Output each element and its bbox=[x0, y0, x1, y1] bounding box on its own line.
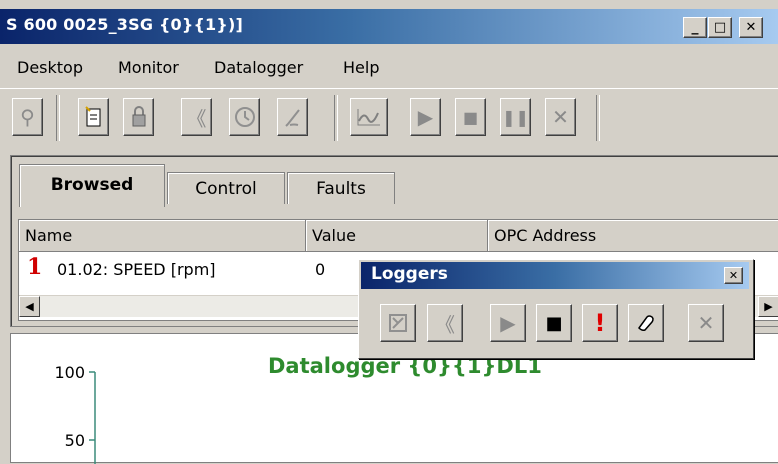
column-header-value[interactable]: Value bbox=[306, 220, 488, 252]
close-icon: ✕ bbox=[697, 311, 715, 335]
tab-browsed[interactable]: Browsed bbox=[19, 164, 165, 207]
stop-icon: ■ bbox=[462, 107, 479, 127]
pause-button[interactable]: ❚❚ bbox=[500, 98, 531, 136]
pause-icon: ❚❚ bbox=[502, 107, 529, 127]
close-button[interactable]: ✕ bbox=[739, 17, 763, 38]
scroll-right-button[interactable]: ▶ bbox=[758, 296, 778, 317]
toolbar: ⚲ 《 ▶ ■ ❚❚ ✕ bbox=[0, 88, 778, 153]
column-header-name[interactable]: Name bbox=[19, 220, 306, 252]
close-icon: ✕ bbox=[552, 105, 569, 129]
y-tick-label: 50 bbox=[65, 431, 85, 450]
search-button[interactable]: ⚲ bbox=[12, 98, 43, 136]
cancel-button[interactable]: ✕ bbox=[545, 98, 576, 136]
lock-icon bbox=[132, 106, 145, 127]
graph-icon bbox=[357, 109, 380, 126]
row-index-marker: 1 bbox=[27, 254, 43, 280]
minimize-button[interactable]: _ bbox=[683, 17, 707, 38]
logger-clear-button[interactable] bbox=[628, 304, 664, 342]
rewind-icon: 《 bbox=[435, 312, 455, 337]
toolbar-separator bbox=[596, 95, 600, 141]
window-title: S 600 0025_3SG {0}{1})] bbox=[6, 15, 244, 34]
new-document-icon bbox=[84, 106, 100, 127]
edit-button[interactable] bbox=[277, 98, 308, 136]
arrow-right-icon: ▶ bbox=[764, 300, 773, 313]
menu-datalogger[interactable]: Datalogger bbox=[214, 58, 303, 77]
edit-icon bbox=[284, 109, 300, 127]
loggers-title: Loggers bbox=[371, 264, 448, 284]
logger-properties-button[interactable] bbox=[380, 304, 416, 342]
toolbar-separator bbox=[56, 95, 60, 141]
loggers-close-button[interactable]: ✕ bbox=[724, 267, 743, 284]
tab-faults[interactable]: Faults bbox=[287, 172, 395, 204]
chart-y-axis: 100 50 bbox=[54, 363, 96, 464]
tab-control[interactable]: Control bbox=[167, 172, 285, 204]
logger-rewind-button[interactable]: 《 bbox=[427, 304, 463, 342]
clock-icon bbox=[234, 107, 255, 127]
title-bar: S 600 0025_3SG {0}{1})] _ □ ✕ bbox=[0, 9, 778, 44]
new-document-button[interactable] bbox=[78, 98, 109, 136]
y-tick-label: 100 bbox=[54, 363, 85, 382]
stop-icon: ■ bbox=[545, 312, 563, 334]
eraser-icon bbox=[638, 315, 654, 331]
logger-trigger-button[interactable]: ! bbox=[582, 304, 618, 342]
clock-button[interactable] bbox=[229, 98, 260, 136]
maximize-button[interactable]: □ bbox=[708, 17, 732, 38]
arrow-left-icon: ◀ bbox=[25, 300, 34, 313]
menu-help[interactable]: Help bbox=[343, 58, 379, 77]
column-header-opc-address[interactable]: OPC Address bbox=[488, 220, 778, 252]
stop-button[interactable]: ■ bbox=[455, 98, 486, 136]
rewind-icon: 《 bbox=[186, 106, 207, 131]
menu-monitor[interactable]: Monitor bbox=[118, 58, 179, 77]
rewind-button[interactable]: 《 bbox=[181, 98, 212, 136]
logger-play-button[interactable]: ▶ bbox=[490, 304, 526, 342]
loggers-window: Loggers ✕ 《 ▶ ■ ! ✕ bbox=[358, 259, 754, 359]
logger-delete-button[interactable]: ✕ bbox=[688, 304, 724, 342]
play-icon: ▶ bbox=[417, 105, 434, 129]
lock-button[interactable] bbox=[123, 98, 154, 136]
properties-icon bbox=[389, 314, 407, 332]
row-name: 01.02: SPEED [rpm] bbox=[57, 260, 216, 279]
row-value: 0 bbox=[315, 260, 326, 279]
loggers-title-bar[interactable]: Loggers ✕ bbox=[361, 262, 749, 289]
logger-stop-button[interactable]: ■ bbox=[536, 304, 572, 342]
graph-button[interactable] bbox=[350, 98, 388, 136]
scroll-left-button[interactable]: ◀ bbox=[19, 296, 40, 317]
search-icon: ⚲ bbox=[20, 105, 35, 129]
trigger-icon: ! bbox=[594, 309, 606, 337]
toolbar-separator bbox=[334, 95, 338, 141]
play-button[interactable]: ▶ bbox=[410, 98, 441, 136]
menu-desktop[interactable]: Desktop bbox=[17, 58, 83, 77]
menu-bar: Desktop Monitor Datalogger Help bbox=[0, 51, 778, 85]
play-icon: ▶ bbox=[500, 311, 516, 335]
